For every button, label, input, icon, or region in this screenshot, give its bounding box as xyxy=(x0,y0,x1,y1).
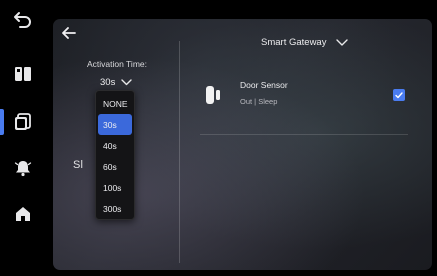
activation-time-label: Activation Time: xyxy=(87,59,147,69)
side-rail xyxy=(0,0,46,276)
panel-back-button[interactable] xyxy=(62,26,80,42)
checkmark-icon xyxy=(395,91,403,98)
device-checkbox[interactable] xyxy=(393,89,405,101)
device-status: Out | Sleep xyxy=(240,97,278,106)
dropdown-option-40s[interactable]: 40s xyxy=(98,135,132,156)
device-row-door-sensor[interactable]: Door Sensor Out | Sleep xyxy=(200,77,408,135)
dropdown-option-60s[interactable]: 60s xyxy=(98,156,132,177)
chevron-down-icon xyxy=(121,79,133,86)
activation-time-select[interactable]: 30s xyxy=(100,77,133,88)
device-name: Door Sensor xyxy=(240,80,288,90)
activation-time-dropdown: NONE 30s 40s 60s 100s 300s xyxy=(95,90,135,220)
column-divider xyxy=(179,41,180,263)
app-screen: Activation Time: 30s Sl de Smart Gateway… xyxy=(0,0,437,276)
device-row-divider xyxy=(200,134,408,135)
activation-time-value: 30s xyxy=(100,77,116,88)
device-panels-icon xyxy=(15,67,31,81)
tablet-stack-icon xyxy=(15,113,31,130)
chevron-down-icon xyxy=(336,39,349,46)
dropdown-option-30s[interactable]: 30s xyxy=(98,114,132,135)
rail-scenes-button[interactable] xyxy=(0,105,46,139)
rail-devices-button[interactable] xyxy=(0,57,46,91)
dropdown-option-300s[interactable]: 300s xyxy=(98,198,132,219)
rail-home-button[interactable] xyxy=(0,197,46,231)
left-arrow-icon xyxy=(62,27,76,39)
settings-panel: Activation Time: 30s Sl de Smart Gateway… xyxy=(53,19,432,270)
door-sensor-icon xyxy=(206,86,220,104)
dropdown-option-none[interactable]: NONE xyxy=(98,93,132,114)
rail-back-button[interactable] xyxy=(0,3,46,37)
rail-alarms-button[interactable] xyxy=(0,151,46,185)
home-icon xyxy=(16,207,30,221)
gateway-select[interactable]: Smart Gateway xyxy=(261,37,349,48)
dropdown-option-100s[interactable]: 100s xyxy=(98,177,132,198)
bell-icon xyxy=(14,161,32,177)
gateway-label: Smart Gateway xyxy=(261,37,327,48)
back-arrow-icon xyxy=(14,12,31,28)
